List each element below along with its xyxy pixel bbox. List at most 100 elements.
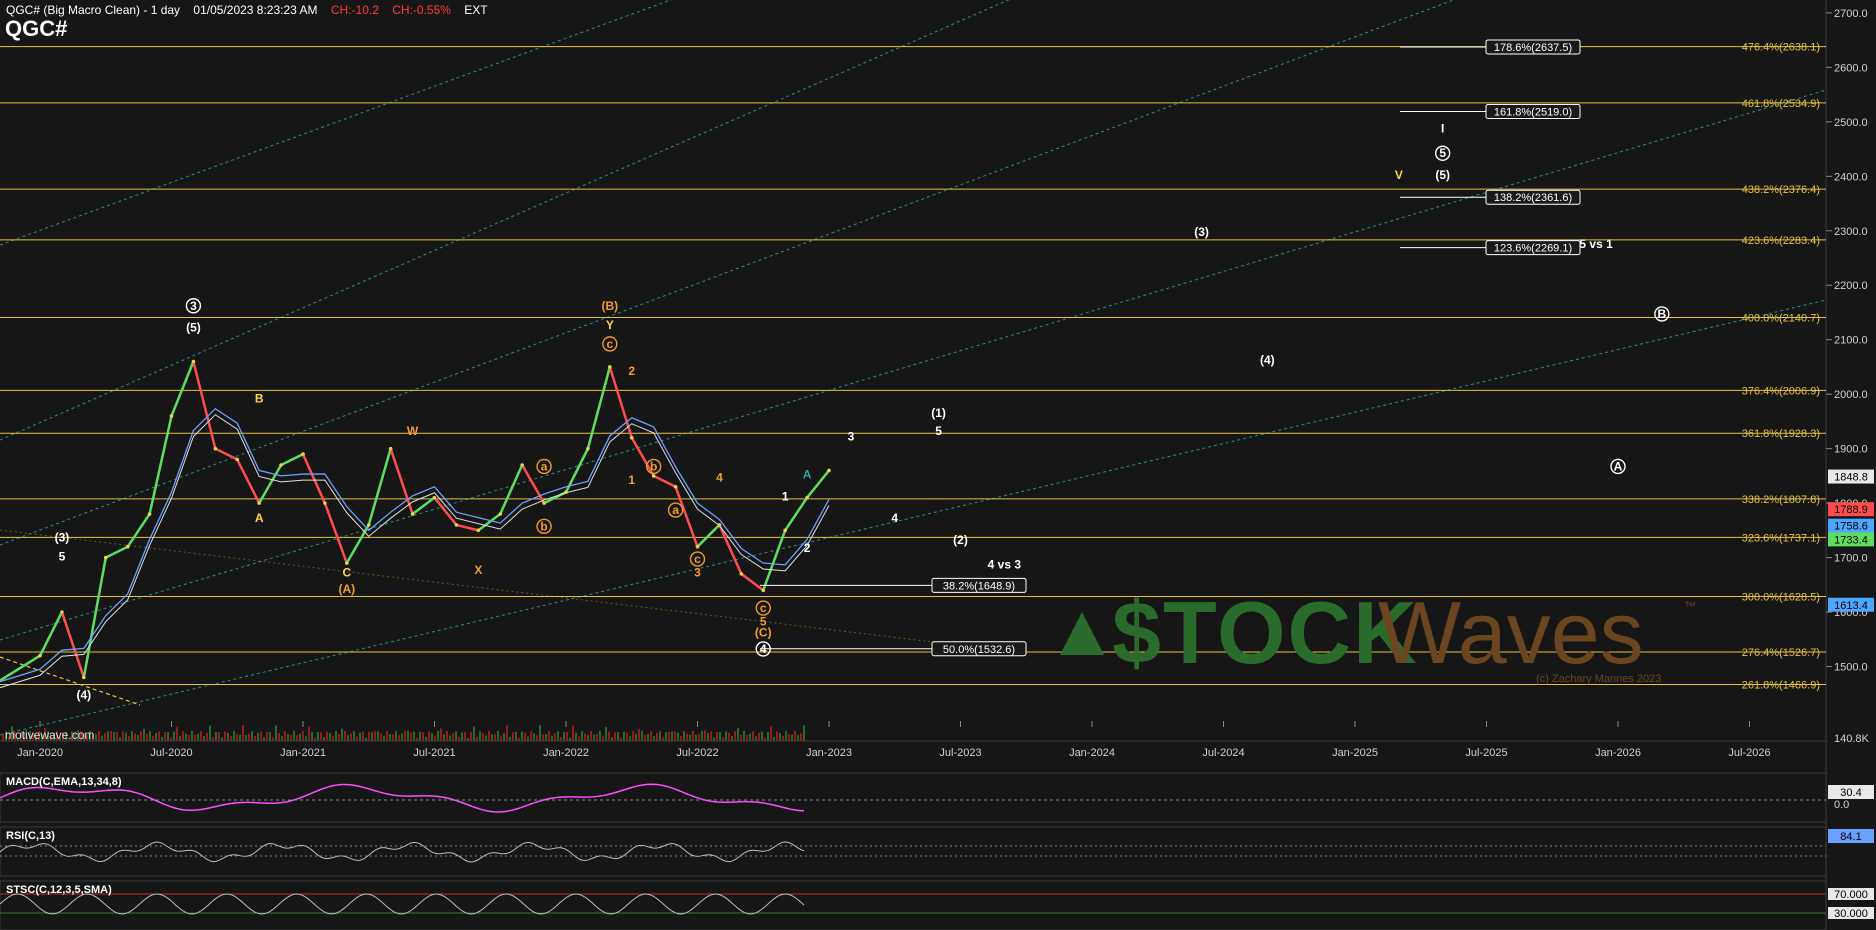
price-point [169, 414, 174, 418]
volume-bar [662, 737, 664, 741]
wave-label: 4 [891, 511, 898, 525]
volume-bar [692, 731, 694, 741]
volume-bar [392, 734, 394, 741]
price-point [761, 588, 766, 593]
volume-bar [164, 732, 166, 741]
rsi-flag-label: 84.1 [1840, 831, 1861, 843]
fib-label: 438.2%(2376.4) [1742, 184, 1820, 196]
volume-bar [740, 734, 742, 741]
volume-bar [215, 732, 217, 741]
wave-label: Y [606, 318, 614, 332]
volume-bar [785, 731, 787, 741]
wave-label: I [1441, 122, 1444, 136]
volume-bar [551, 735, 553, 741]
volume-bar [428, 731, 430, 741]
price-point [608, 365, 612, 369]
volume-bar [143, 728, 145, 741]
volume-bar [761, 731, 763, 741]
wave-label: 4 vs 3 [988, 557, 1022, 571]
x-tick-label: Jan-2021 [280, 747, 326, 759]
volume-bar [368, 731, 370, 741]
wave-label: (4) [1260, 353, 1275, 367]
fib-label: 400.0%(2140.7) [1742, 313, 1820, 325]
watermark: motivewave.com [5, 728, 95, 742]
volume-bar [632, 731, 634, 741]
y-tick-label: 2300.0 [1834, 226, 1868, 238]
volume-bar [566, 731, 568, 741]
indicator-panel [0, 880, 1827, 930]
x-tick-label: Jul-2020 [150, 747, 192, 759]
volume-bar [509, 736, 511, 741]
volume-bar [167, 731, 169, 741]
volume-bar [617, 731, 619, 741]
price-point [125, 544, 130, 549]
volume-bar [716, 732, 718, 741]
price-point [388, 446, 393, 451]
wave-label: (4) [76, 688, 91, 702]
volume-bar [125, 732, 127, 741]
volume-bar [710, 731, 712, 741]
volume-bar [620, 737, 622, 741]
volume-bar [773, 737, 775, 741]
price-point [257, 501, 261, 505]
volume-bar [341, 728, 343, 741]
volume-bar [146, 733, 148, 741]
volume-bar [320, 732, 322, 741]
volume-bar [206, 732, 208, 741]
volume-bar [131, 731, 133, 741]
volume-bar [317, 731, 319, 741]
price-point [82, 675, 86, 680]
volume-bar [176, 726, 178, 741]
volume-bar [236, 733, 238, 741]
volume-bar [719, 732, 721, 741]
macd-zero-label: 0.0 [1834, 799, 1849, 811]
volume-bar [587, 735, 589, 741]
x-tick-label: Jul-2025 [1465, 747, 1507, 759]
price-point [147, 512, 152, 516]
volume-bar [194, 734, 196, 741]
price-point [345, 561, 349, 565]
volume-bar [371, 732, 373, 741]
wave-label: (C) [755, 626, 772, 640]
wave-label: 2 [628, 364, 635, 378]
volume-bar [713, 737, 715, 741]
volume-bar [650, 731, 652, 741]
volume-bar [605, 726, 607, 741]
volume-bar [524, 732, 526, 741]
x-tick-label: Jan-2025 [1332, 747, 1378, 759]
volume-bar [521, 731, 523, 741]
price-point [191, 359, 196, 364]
wave-label: c [760, 601, 767, 615]
volume-bar [482, 733, 484, 741]
volume-bar [281, 735, 283, 741]
price-chart[interactable]: 476.4%(2638.1) 461.8%(2534.9) 438.2%(2376.… [0, 0, 1876, 930]
volume-bar [704, 730, 706, 741]
wave-label: W [407, 424, 419, 438]
wave-label: b [650, 459, 657, 473]
volume-bar [431, 733, 433, 741]
wave-label: A [1614, 459, 1623, 473]
volume-bar [641, 731, 643, 741]
price-point [586, 446, 590, 451]
volume-bar [737, 727, 739, 741]
volume-bar [395, 731, 397, 741]
volume-bar [767, 731, 769, 741]
volume-bar [422, 732, 424, 741]
volume-bar [110, 731, 112, 741]
volume-bar [794, 731, 796, 741]
price-point [432, 495, 437, 500]
volume-bar [152, 735, 154, 741]
indicator-panel [0, 826, 1827, 877]
symbol-label: QGC# [5, 16, 68, 41]
volume-bar [356, 736, 358, 741]
wave-label: 1 [782, 489, 789, 503]
price-point [38, 653, 42, 658]
volume-bar [458, 736, 460, 741]
volume-bar [260, 731, 262, 741]
wave-label: V [1395, 168, 1403, 182]
price-point [673, 484, 678, 489]
wave-label: 5 [1439, 146, 1446, 160]
volume-bar [116, 731, 118, 741]
chart-header: QGC# (Big Macro Clean) - 1 day 01/05/202… [6, 3, 498, 17]
volume-bar [677, 732, 679, 741]
